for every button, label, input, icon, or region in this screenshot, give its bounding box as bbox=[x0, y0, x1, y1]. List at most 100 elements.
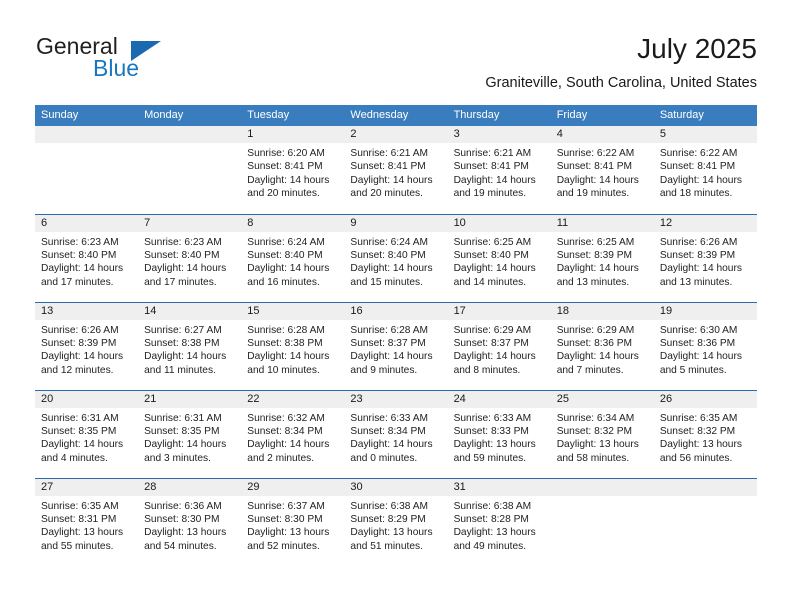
sunrise-text: Sunrise: 6:25 AM bbox=[453, 236, 532, 248]
day-number: 18 bbox=[550, 302, 654, 320]
daylight-text: and 7 minutes. bbox=[556, 364, 624, 376]
sunset-text: Sunset: 8:32 PM bbox=[556, 425, 633, 437]
day-number bbox=[550, 478, 654, 496]
sunset-text: Sunset: 8:41 PM bbox=[247, 161, 323, 173]
day-number: 30 bbox=[344, 478, 448, 496]
sunrise-text: Sunrise: 6:24 AM bbox=[350, 236, 429, 248]
calendar-day-cell[interactable]: 26 Sunrise: 6:35 AM Sunset: 8:32 PM Dayligh… bbox=[653, 389, 757, 478]
day-number: 27 bbox=[35, 478, 139, 496]
daylight-text: and 2 minutes. bbox=[247, 452, 315, 464]
calendar-day-cell[interactable]: 27 Sunrise: 6:35 AM Sunset: 8:31 PM Dayligh… bbox=[35, 477, 139, 567]
daylight-text: Daylight: 14 hours bbox=[556, 263, 639, 275]
calendar-day-cell[interactable]: 29 Sunrise: 6:37 AM Sunset: 8:30 PM Dayligh… bbox=[241, 477, 345, 566]
weekday-header-monday: Monday bbox=[138, 105, 242, 126]
day-cell-inner: 20 Sunrise: 6:31 AM Sunset: 8:35 PM Dayligh… bbox=[35, 390, 139, 478]
calendar-day-cell[interactable]: 9 Sunrise: 6:24 AM Sunset: 8:40 PM Daylight… bbox=[344, 213, 448, 302]
day-sun-details: Sunrise: 6:30 AM Sunset: 8:36 PM Daylight:… bbox=[654, 320, 757, 378]
sunrise-text: Sunrise: 6:24 AM bbox=[247, 236, 325, 248]
calendar-day-cell[interactable]: 7 Sunrise: 6:23 AM Sunset: 8:40 PM Daylight… bbox=[138, 213, 242, 302]
day-number: 6 bbox=[35, 214, 139, 232]
day-cell-inner: 10 Sunrise: 6:25 AM Sunset: 8:40 PM Dayligh… bbox=[447, 214, 551, 302]
day-cell-inner: 26 Sunrise: 6:35 AM Sunset: 8:32 PM Dayligh… bbox=[653, 390, 757, 478]
calendar-day-cell[interactable]: 12 Sunrise: 6:26 AM Sunset: 8:39 PM Dayligh… bbox=[653, 213, 757, 302]
sunrise-text: Sunrise: 6:34 AM bbox=[556, 412, 635, 424]
day-number: 14 bbox=[138, 302, 242, 320]
day-cell-inner: 3 Sunrise: 6:21 AM Sunset: 8:41 PM Daylight… bbox=[447, 126, 551, 214]
daylight-text: Daylight: 13 hours bbox=[350, 527, 433, 539]
calendar-day-cell[interactable]: 28 Sunrise: 6:36 AM Sunset: 8:30 PM Dayligh… bbox=[138, 477, 242, 567]
day-cell-inner: 25 Sunrise: 6:34 AM Sunset: 8:32 PM Dayligh… bbox=[550, 390, 654, 478]
day-cell-inner: 28 Sunrise: 6:36 AM Sunset: 8:30 PM Dayligh… bbox=[138, 478, 242, 567]
calendar-day-cell[interactable]: 31 Sunrise: 6:38 AM Sunset: 8:28 PM Dayligh… bbox=[447, 477, 551, 566]
sunset-text: Sunset: 8:32 PM bbox=[659, 425, 736, 437]
day-number: 16 bbox=[344, 302, 448, 320]
day-sun-details: Sunrise: 6:34 AM Sunset: 8:32 PM Daylight:… bbox=[551, 408, 654, 466]
calendar-day-cell[interactable]: 10 Sunrise: 6:25 AM Sunset: 8:40 PM Dayligh… bbox=[447, 213, 551, 302]
day-cell-inner: 12 Sunrise: 6:26 AM Sunset: 8:39 PM Dayligh… bbox=[653, 214, 757, 302]
calendar-day-cell[interactable]: 20 Sunrise: 6:31 AM Sunset: 8:35 PM Dayligh… bbox=[35, 389, 139, 478]
daylight-text: and 52 minutes. bbox=[247, 540, 320, 552]
calendar-day-cell[interactable]: 30 Sunrise: 6:38 AM Sunset: 8:29 PM Dayligh… bbox=[344, 477, 448, 566]
weekday-header-saturday: Saturday bbox=[653, 105, 757, 126]
calendar-day-cell[interactable]: 6 Sunrise: 6:23 AM Sunset: 8:40 PM Daylight… bbox=[35, 213, 139, 302]
sunset-text: Sunset: 8:40 PM bbox=[41, 249, 117, 261]
sunset-text: Sunset: 8:36 PM bbox=[556, 337, 633, 349]
calendar-day-cell[interactable]: 5 Sunrise: 6:22 AM Sunset: 8:41 PM Daylight… bbox=[653, 126, 757, 214]
day-sun-details bbox=[551, 496, 654, 500]
calendar-day-cell[interactable]: 21 Sunrise: 6:31 AM Sunset: 8:35 PM Dayligh… bbox=[138, 389, 242, 478]
sunrise-text: Sunrise: 6:29 AM bbox=[556, 324, 635, 336]
daylight-text: and 14 minutes. bbox=[453, 276, 527, 288]
sunrise-text: Sunrise: 6:26 AM bbox=[41, 324, 119, 336]
calendar-day-cell[interactable]: 16 Sunrise: 6:28 AM Sunset: 8:37 PM Dayligh… bbox=[344, 301, 448, 390]
day-cell-inner: 1 Sunrise: 6:20 AM Sunset: 8:41 PM Daylight… bbox=[241, 126, 345, 214]
sunset-text: Sunset: 8:41 PM bbox=[350, 161, 426, 173]
calendar-day-cell[interactable]: 22 Sunrise: 6:32 AM Sunset: 8:34 PM Dayligh… bbox=[241, 389, 345, 478]
day-number: 20 bbox=[35, 390, 139, 408]
daylight-text: and 17 minutes. bbox=[144, 276, 217, 288]
calendar-day-cell[interactable]: 13 Sunrise: 6:26 AM Sunset: 8:39 PM Dayligh… bbox=[35, 301, 139, 390]
day-number: 25 bbox=[550, 390, 654, 408]
calendar-day-cell[interactable]: 24 Sunrise: 6:33 AM Sunset: 8:33 PM Dayligh… bbox=[447, 389, 551, 478]
calendar-day-cell[interactable]: 4 Sunrise: 6:22 AM Sunset: 8:41 PM Daylight… bbox=[550, 126, 654, 214]
day-sun-details: Sunrise: 6:24 AM Sunset: 8:40 PM Daylight:… bbox=[241, 232, 344, 290]
day-cell-inner bbox=[138, 126, 242, 214]
daylight-text: Daylight: 14 hours bbox=[556, 351, 639, 363]
daylight-text: and 3 minutes. bbox=[144, 452, 211, 464]
sunrise-text: Sunrise: 6:33 AM bbox=[453, 412, 532, 424]
calendar-day-cell-empty bbox=[653, 477, 757, 566]
calendar-day-cell[interactable]: 11 Sunrise: 6:25 AM Sunset: 8:39 PM Dayligh… bbox=[550, 213, 654, 302]
calendar-day-cell[interactable]: 18 Sunrise: 6:29 AM Sunset: 8:36 PM Dayligh… bbox=[550, 301, 654, 390]
day-cell-inner: 22 Sunrise: 6:32 AM Sunset: 8:34 PM Dayligh… bbox=[241, 390, 345, 478]
sunset-text: Sunset: 8:30 PM bbox=[247, 513, 323, 525]
calendar-day-cell[interactable]: 3 Sunrise: 6:21 AM Sunset: 8:41 PM Daylight… bbox=[447, 126, 551, 214]
calendar-day-cell[interactable]: 23 Sunrise: 6:33 AM Sunset: 8:34 PM Dayligh… bbox=[344, 389, 448, 478]
day-number: 28 bbox=[138, 478, 242, 496]
sunset-text: Sunset: 8:41 PM bbox=[659, 161, 736, 173]
day-cell-inner: 27 Sunrise: 6:35 AM Sunset: 8:31 PM Dayligh… bbox=[35, 478, 139, 567]
daylight-text: and 13 minutes. bbox=[556, 276, 630, 288]
day-sun-details: Sunrise: 6:36 AM Sunset: 8:30 PM Daylight:… bbox=[138, 496, 241, 554]
day-cell-inner bbox=[35, 126, 139, 214]
calendar-day-cell[interactable]: 25 Sunrise: 6:34 AM Sunset: 8:32 PM Dayligh… bbox=[550, 389, 654, 478]
calendar-day-cell[interactable]: 2 Sunrise: 6:21 AM Sunset: 8:41 PM Daylight… bbox=[344, 126, 448, 214]
sunset-text: Sunset: 8:39 PM bbox=[41, 337, 117, 349]
calendar-header-row: Sunday Monday Tuesday Wednesday Thursday… bbox=[35, 105, 757, 126]
logo-general-blue[interactable]: General Blue bbox=[36, 33, 266, 89]
calendar-day-cell[interactable]: 14 Sunrise: 6:27 AM Sunset: 8:38 PM Dayligh… bbox=[138, 301, 242, 390]
day-sun-details: Sunrise: 6:27 AM Sunset: 8:38 PM Daylight:… bbox=[138, 320, 241, 378]
sunrise-text: Sunrise: 6:32 AM bbox=[247, 412, 325, 424]
calendar-day-cell[interactable]: 15 Sunrise: 6:28 AM Sunset: 8:38 PM Dayligh… bbox=[241, 301, 345, 390]
sunrise-text: Sunrise: 6:35 AM bbox=[659, 412, 738, 424]
sunrise-text: Sunrise: 6:37 AM bbox=[247, 500, 325, 512]
calendar-day-cell[interactable]: 8 Sunrise: 6:24 AM Sunset: 8:40 PM Daylight… bbox=[241, 213, 345, 302]
sunrise-text: Sunrise: 6:36 AM bbox=[144, 500, 222, 512]
day-sun-details: Sunrise: 6:28 AM Sunset: 8:37 PM Daylight:… bbox=[344, 320, 447, 378]
sunrise-text: Sunrise: 6:23 AM bbox=[144, 236, 222, 248]
calendar-day-cell[interactable]: 19 Sunrise: 6:30 AM Sunset: 8:36 PM Dayligh… bbox=[653, 301, 757, 390]
daylight-text: Daylight: 13 hours bbox=[453, 527, 536, 539]
calendar-day-cell[interactable]: 1 Sunrise: 6:20 AM Sunset: 8:41 PM Daylight… bbox=[241, 126, 345, 214]
weekday-header-tuesday: Tuesday bbox=[241, 105, 345, 126]
calendar-day-cell[interactable]: 17 Sunrise: 6:29 AM Sunset: 8:37 PM Dayligh… bbox=[447, 301, 551, 390]
sunrise-text: Sunrise: 6:28 AM bbox=[247, 324, 325, 336]
weekday-header-friday: Friday bbox=[550, 105, 654, 126]
